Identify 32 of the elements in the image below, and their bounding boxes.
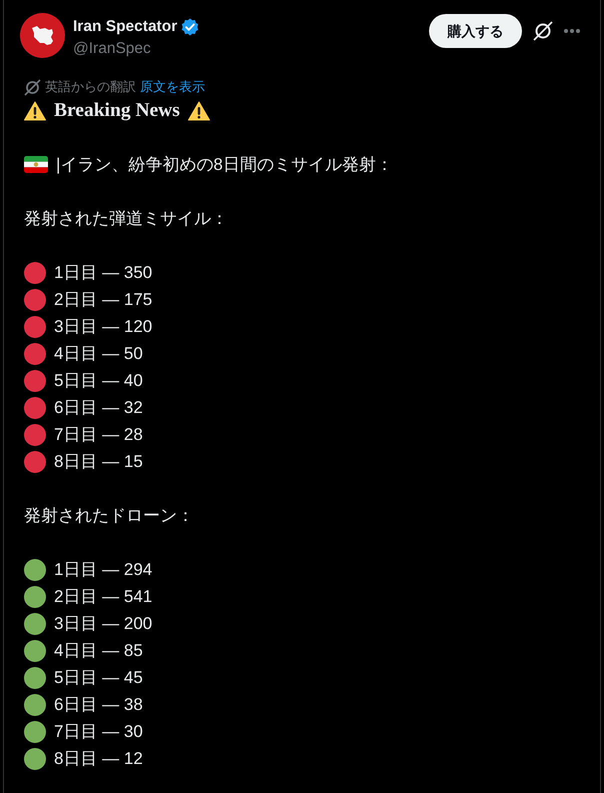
slashed-circle-icon xyxy=(24,78,41,96)
list-item-text: 4日目 — 50 xyxy=(54,343,143,365)
list-item-text: 7日目 — 28 xyxy=(54,424,143,446)
slashed-circle-icon[interactable] xyxy=(533,20,553,40)
account-name[interactable]: Iran Spectator xyxy=(73,17,178,37)
headline: Breaking News xyxy=(54,99,180,123)
buy-button[interactable]: 購入する xyxy=(429,14,522,48)
intro-text: |イラン、紛争初めの8日間のミサイル発射： xyxy=(56,154,393,176)
list-item-text: 2日目 — 175 xyxy=(54,289,152,311)
account-handle[interactable]: @IranSpec xyxy=(73,39,200,59)
section-heading: 発射されたドローン： xyxy=(24,505,195,527)
list-item-text: 7日目 — 30 xyxy=(54,721,143,743)
show-original-link[interactable]: 原文を表示 xyxy=(140,77,205,97)
warning-icon xyxy=(188,100,210,120)
list-item-text: 1日目 — 294 xyxy=(54,559,152,581)
list-item-text: 5日目 — 40 xyxy=(54,370,143,392)
translation-label: 英語からの翻訳 xyxy=(45,78,136,96)
list-item-text: 1日目 — 350 xyxy=(54,262,152,284)
list-item-text: 6日目 — 32 xyxy=(54,397,143,419)
list-item-text: 3日目 — 200 xyxy=(54,613,152,635)
list-item-text: 8日目 — 12 xyxy=(54,748,143,770)
list-item-text: 2日目 — 541 xyxy=(54,586,152,608)
list-item-text: 3日目 — 120 xyxy=(54,316,152,338)
avatar-map-icon[interactable] xyxy=(20,13,65,58)
list-item-text: 6日目 — 38 xyxy=(54,694,143,716)
section-heading: 発射された弾道ミサイル： xyxy=(24,208,229,230)
list-item-text: 4日目 — 85 xyxy=(54,640,143,662)
warning-icon xyxy=(24,100,46,120)
list-item-text: 5日目 — 45 xyxy=(54,667,143,689)
list-item-text: 8日目 — 15 xyxy=(54,451,143,473)
flag-icon xyxy=(24,156,48,173)
more-icon[interactable] xyxy=(564,28,580,32)
